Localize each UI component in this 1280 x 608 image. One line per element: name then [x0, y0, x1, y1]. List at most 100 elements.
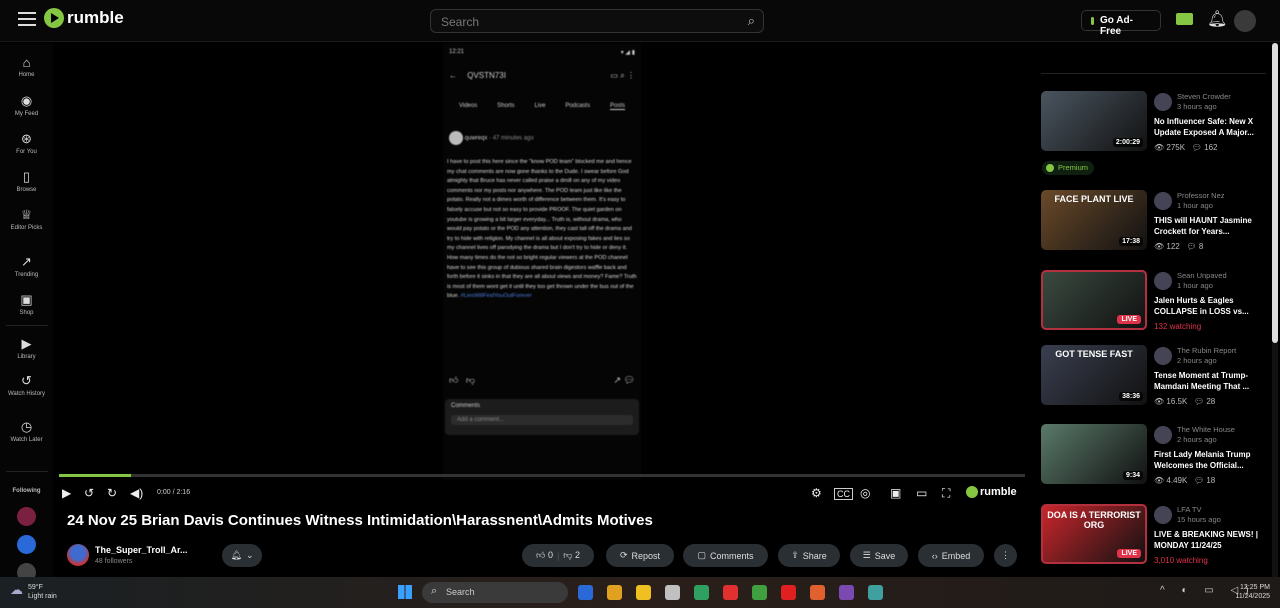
comments-button[interactable]: ▢ Comments	[683, 544, 768, 567]
channel-avatar[interactable]	[1154, 347, 1172, 365]
taskbar-app-icon[interactable]	[839, 585, 854, 600]
sidebar-item-my-feed[interactable]: ◉ My Feed	[0, 93, 53, 117]
channel-avatar[interactable]	[1154, 272, 1172, 290]
settings-icon[interactable]: ⚙	[811, 486, 822, 500]
player-rumble-logo[interactable]: rumble	[966, 486, 1017, 498]
like-count: 0	[547, 550, 553, 560]
upload-video-icon[interactable]	[1176, 13, 1193, 25]
video-title[interactable]: Tense Moment at Trump-Mamdani Meeting Th…	[1154, 370, 1269, 392]
rewind-icon[interactable]: ↺	[84, 486, 94, 500]
search-input[interactable]: Search ⌕	[430, 9, 764, 33]
video-title[interactable]: THIS will HAUNT Jasmine Crockett for Yea…	[1154, 215, 1269, 237]
taskbar-app-icon[interactable]	[636, 585, 651, 600]
channel-name[interactable]: Steven Crowder	[1177, 92, 1231, 101]
save-button[interactable]: ☰ Save	[850, 544, 908, 567]
forward-icon[interactable]: ↻	[107, 486, 117, 500]
sidebar-item-watch-later[interactable]: ◷ Watch Later	[0, 419, 53, 443]
recommended-video-card[interactable]: 9:34 The White House 2 hours ago First L…	[1041, 424, 1269, 494]
sidebar-item-browse[interactable]: ▯ Browse	[0, 169, 53, 193]
sidebar-item-watch-history[interactable]: ↺ Watch History	[0, 373, 53, 397]
repost-button[interactable]: ⟳ Repost	[606, 544, 674, 567]
video-stats: 👁︎ 16.5K 💬︎ 28	[1154, 397, 1215, 406]
user-avatar[interactable]	[1234, 10, 1256, 32]
comments-icon: 💬︎	[1193, 397, 1205, 406]
sidebar-item-library[interactable]: ▶ Library	[0, 336, 53, 360]
taskbar-app-icon[interactable]	[694, 585, 709, 600]
followed-channel-avatar[interactable]	[17, 507, 36, 526]
dislike-button[interactable]: 👎︎ 2	[563, 550, 580, 561]
player-brand: rumble	[980, 486, 1017, 498]
taskbar-app-icon[interactable]	[578, 585, 593, 600]
scrollbar[interactable]	[1272, 43, 1278, 577]
captions-icon[interactable]: CC	[834, 488, 853, 500]
taskbar-clock[interactable]: 12:25 PM 11/24/2025	[1235, 583, 1270, 601]
channel-avatar[interactable]	[67, 544, 89, 566]
channel-avatar[interactable]	[1154, 506, 1172, 524]
taskbar-app-icon[interactable]	[607, 585, 622, 600]
sidebar-item-shop[interactable]: ▣ Shop	[0, 292, 53, 316]
video-thumbnail[interactable]: DOA IS A TERRORIST ORG LIVE	[1041, 504, 1147, 564]
video-thumbnail[interactable]: GOT TENSE FAST 38:36	[1041, 345, 1147, 405]
sidebar-item-editor-picks[interactable]: ♕ Editor Picks	[0, 207, 53, 231]
video-thumbnail[interactable]: FACE PLANT LIVE 17:38	[1041, 190, 1147, 250]
video-thumbnail[interactable]: LIVE	[1041, 270, 1147, 330]
sidebar-item-for-you[interactable]: ⊛ For You	[0, 131, 53, 155]
channel-name[interactable]: LFA TV	[1177, 505, 1201, 514]
video-thumbnail[interactable]: 9:34	[1041, 424, 1147, 484]
video-time: 0:00 / 2:16	[157, 489, 191, 496]
channel-avatar[interactable]	[1154, 426, 1172, 444]
more-options-button[interactable]: ⋮	[994, 544, 1017, 567]
sidebar-item-home[interactable]: ⌂ Home	[0, 55, 53, 78]
recommended-video-card[interactable]: GOT TENSE FAST 38:36 The Rubin Report 2 h…	[1041, 345, 1269, 415]
channel-name[interactable]: The Rubin Report	[1177, 346, 1236, 355]
like-button[interactable]: 👍︎ 0	[536, 550, 553, 561]
video-title[interactable]: LIVE & BREAKING NEWS! | MONDAY 11/24/25	[1154, 529, 1269, 551]
scrollbar-thumb[interactable]	[1272, 43, 1278, 343]
video-title[interactable]: No Influencer Safe: New X Update Exposed…	[1154, 116, 1269, 138]
taskbar-app-icon[interactable]	[723, 585, 738, 600]
channel-name[interactable]: Sean Unpaved	[1177, 271, 1227, 280]
go-ad-free-button[interactable]: Go Ad-Free	[1081, 10, 1161, 37]
followed-channel-avatar[interactable]	[17, 535, 36, 554]
taskbar-app-icon[interactable]	[810, 585, 825, 600]
recommended-video-card[interactable]: LIVE Sean Unpaved 1 hour ago Jalen Hurts…	[1041, 270, 1269, 340]
taskbar-app-icon[interactable]	[665, 585, 680, 600]
embed-button[interactable]: ‹› Embed	[918, 544, 984, 567]
post-author: quwreqx	[464, 135, 488, 142]
play-icon[interactable]: ▶	[62, 486, 71, 500]
video-title[interactable]: Jalen Hurts & Eagles COLLAPSE in LOSS vs…	[1154, 295, 1269, 317]
autoplay-toggle-icon[interactable]: ◎	[860, 486, 870, 500]
recommended-video-card[interactable]: DOA IS A TERRORIST ORG LIVE LFA TV 15 hou…	[1041, 504, 1269, 574]
windows-start-icon[interactable]	[398, 585, 412, 599]
search-icon[interactable]: ⌕	[748, 13, 755, 29]
weather-widget[interactable]: 59°F Light rain	[10, 583, 57, 601]
sidebar-item-trending[interactable]: ↗ Trending	[0, 254, 53, 278]
pip-icon[interactable]: ▣	[890, 486, 901, 500]
comments-label: Comments	[451, 403, 481, 409]
comment-count: 18	[1206, 476, 1216, 485]
volume-icon[interactable]: ◀)	[130, 486, 143, 500]
theater-mode-icon[interactable]: ▭	[916, 486, 927, 500]
progress-fill	[59, 474, 132, 477]
taskbar-app-icon[interactable]	[781, 585, 796, 600]
recommended-video-card[interactable]: FACE PLANT LIVE 17:38 Professor Nez 1 hou…	[1041, 190, 1269, 260]
premium-badge[interactable]: Premium	[1042, 161, 1095, 175]
taskbar-app-icon[interactable]	[868, 585, 883, 600]
rumble-logo[interactable]: rumble	[44, 8, 124, 28]
channel-avatar[interactable]	[1154, 192, 1172, 210]
channel-name[interactable]: Professor Nez	[1177, 191, 1225, 200]
taskbar-app-icon[interactable]	[752, 585, 767, 600]
video-title[interactable]: First Lady Melania Trump Welcomes the Of…	[1154, 449, 1269, 471]
video-thumbnail[interactable]: 2:00:29	[1041, 91, 1147, 151]
notification-toggle-button[interactable]: 🔔︎ ⌄	[222, 544, 262, 567]
notifications-bell-icon[interactable]: 🔔︎	[1207, 9, 1227, 29]
share-button[interactable]: ⇪ Share	[778, 544, 840, 567]
video-progress-bar[interactable]	[59, 474, 1025, 477]
channel-name[interactable]: The_Super_Troll_Ar...	[95, 545, 188, 555]
menu-icon[interactable]	[18, 12, 36, 26]
taskbar-search[interactable]: Search	[422, 582, 568, 603]
channel-avatar[interactable]	[1154, 93, 1172, 111]
channel-name[interactable]: The White House	[1177, 425, 1235, 434]
recommended-video-card[interactable]: 2:00:29 Steven Crowder 3 hours ago No In…	[1041, 91, 1269, 161]
fullscreen-icon[interactable]: ⛶	[942, 486, 950, 501]
